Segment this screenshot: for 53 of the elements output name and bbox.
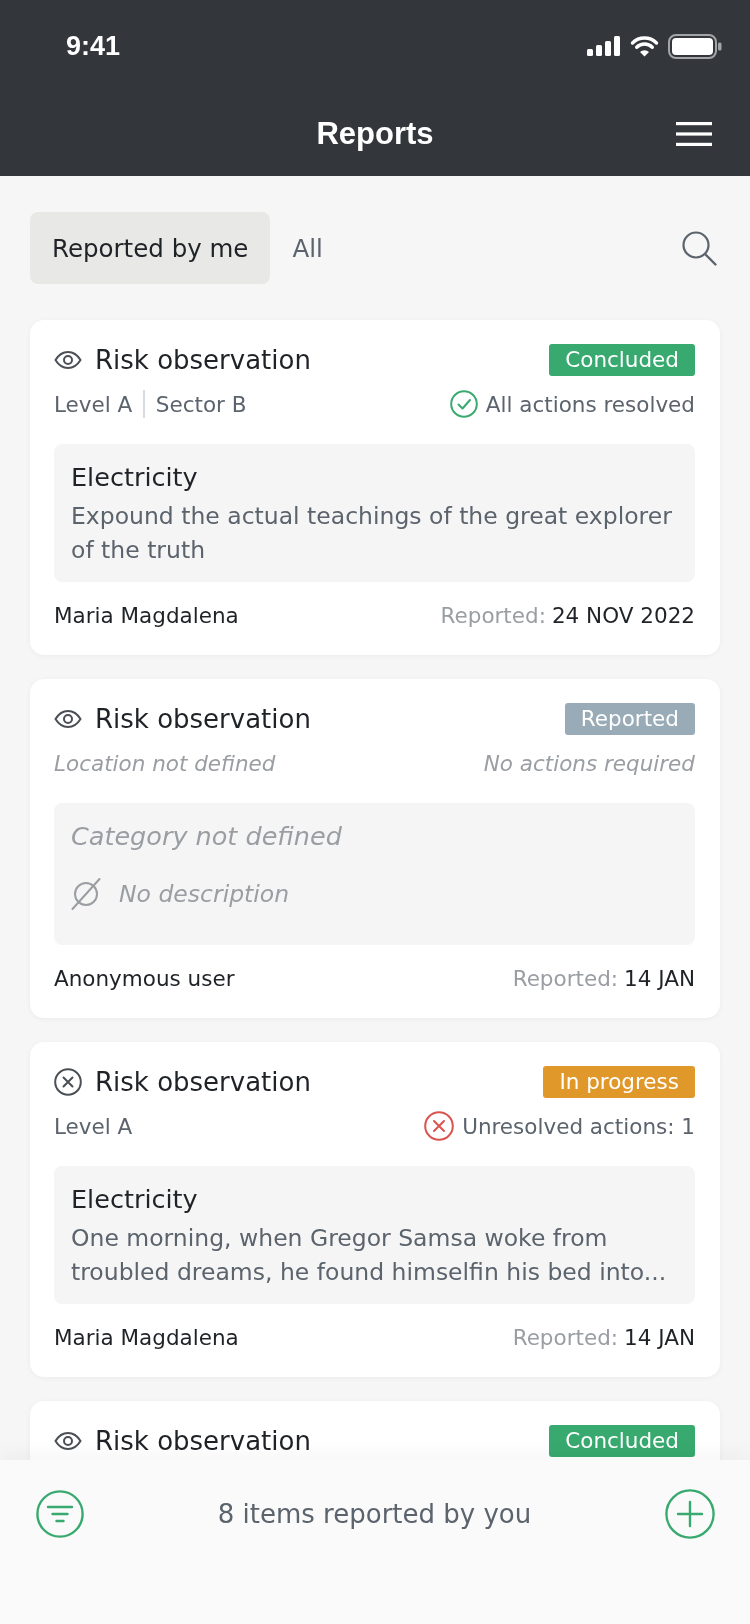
eye-icon: [54, 710, 82, 728]
eye-icon: [54, 351, 82, 369]
menu-icon[interactable]: [676, 122, 712, 146]
report-card[interactable]: Risk observation Concluded: [30, 1401, 720, 1460]
cross-circle-icon: [54, 1068, 82, 1096]
tab[interactable]: All: [270, 212, 345, 284]
actions-status: Unresolved actions: 1: [462, 1113, 695, 1139]
report-title: Risk observation: [95, 345, 311, 375]
search-icon[interactable]: [681, 230, 717, 266]
description-text: One morning, when Gregor Samsa woke from troubled dreams, he found himselfin his bed into...: [71, 1223, 668, 1288]
status-time: 9:41: [66, 30, 121, 62]
battery-icon: [668, 33, 722, 59]
date-label: Reported:: [512, 1324, 619, 1350]
empty-set-icon: [71, 878, 101, 910]
report-card[interactable]: Risk observation In progress Level A Unresolved actions: 1 Electricity One morning, when Gregor Samsa woke from troubled dreams, he found himselfin his bed into... Maria Magdalena Reported: 14 JAN: [30, 1042, 720, 1377]
report-card[interactable]: Risk observation Concluded Level A Sector B All actions resolved Electricity Expound the actual teachings of the great explorer of the truth Maria Magdalena Reported: 24 NOV 2022: [30, 320, 720, 655]
location-label: Level A: [54, 1113, 133, 1139]
status-badge: Reported: [564, 703, 695, 735]
filter-icon[interactable]: [36, 1490, 84, 1538]
date-label: Reported:: [440, 602, 546, 628]
signal-icon: [587, 36, 621, 56]
tab[interactable]: Reported by me: [30, 212, 271, 284]
item-count: 8 items reported by you: [216, 1499, 533, 1529]
location-label: Level A: [54, 391, 133, 417]
category-label: Category not defined: [71, 820, 343, 852]
page-title: Reports: [316, 116, 434, 152]
reporter-name: Maria Magdalena: [54, 602, 240, 628]
status-badge: Concluded: [549, 1425, 695, 1457]
wifi-icon: [629, 35, 660, 57]
eye-icon: [54, 1432, 82, 1450]
description-text: No description: [119, 880, 290, 908]
add-icon[interactable]: [665, 1489, 715, 1539]
status-badge: Concluded: [549, 344, 695, 376]
actions-status: All actions resolved: [485, 391, 695, 417]
category-label: Electricity: [71, 461, 199, 493]
actions-status: No actions required: [483, 750, 695, 776]
check-circle-icon: [449, 390, 478, 418]
report-title: Risk observation: [95, 704, 311, 734]
report-date: 14 JAN: [624, 1324, 695, 1350]
report-date: 14 JAN: [624, 965, 695, 991]
report-title: Risk observation: [95, 1067, 311, 1097]
report-date: 24 NOV 2022: [551, 602, 695, 628]
category-label: Electricity: [71, 1183, 199, 1215]
date-label: Reported:: [512, 965, 619, 991]
reporter-name: Anonymous user: [54, 965, 236, 991]
location-label: Sector B: [155, 391, 247, 417]
report-card[interactable]: Risk observation Reported Location not defined No actions required Category not defined No description Anonymous user Reported: 14 JAN: [30, 679, 720, 1018]
description-text: Expound the actual teachings of the great explorer of the truth: [71, 501, 673, 566]
cross-circle-icon: [424, 1111, 455, 1141]
report-title: Risk observation: [95, 1426, 311, 1456]
location-label: Location not defined: [54, 750, 276, 776]
reporter-name: Maria Magdalena: [54, 1324, 240, 1350]
status-badge: In progress: [543, 1066, 695, 1098]
